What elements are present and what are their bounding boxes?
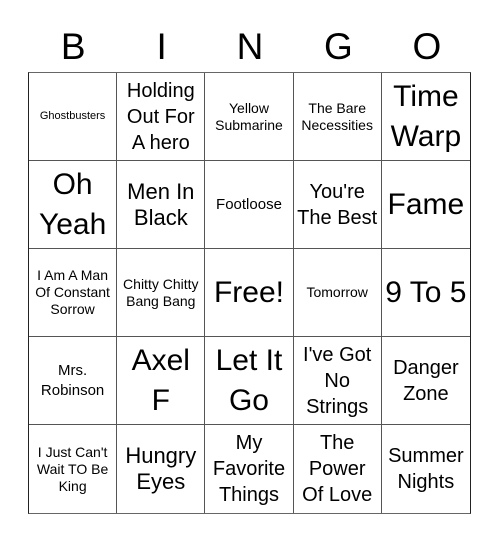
cell-label: Let It Go (215, 343, 283, 417)
bingo-cell[interactable]: Holding Out For A hero (117, 73, 206, 161)
cell-label: Fame (387, 187, 465, 221)
cell-label: I Just Can't Wait TO Be King (36, 443, 109, 494)
bingo-cell[interactable]: Hungry Eyes (117, 425, 206, 513)
cell-label: The Bare Necessities (301, 99, 373, 133)
cell-label: 9 To 5 (385, 275, 467, 309)
bingo-cell[interactable]: Axel F (117, 337, 206, 425)
bingo-cell[interactable]: I've Got No Strings (293, 337, 382, 425)
bingo-cell[interactable]: Ghostbusters (29, 73, 118, 161)
cell-label: I've Got No Strings (303, 343, 372, 418)
bingo-cell[interactable]: The Power Of Love (294, 425, 382, 513)
header-letter-g: G (324, 26, 353, 67)
bingo-cell[interactable]: Yellow Submarine (205, 73, 294, 161)
cell-label: Yellow Submarine (215, 99, 283, 133)
bingo-cell[interactable]: 9 To 5 (381, 249, 470, 337)
cell-label: Men In Black (127, 178, 195, 230)
bingo-cell[interactable]: Tomorrow (293, 249, 382, 337)
bingo-grid: Ghostbusters Holding Out For A hero Yellow… (28, 72, 471, 514)
bingo-cell[interactable]: My Favorite Things (205, 425, 294, 513)
cell-label: The Power Of Love (302, 432, 373, 506)
header-letter-i: I (156, 26, 167, 67)
header-letter-o: O (412, 26, 442, 67)
bingo-cell[interactable]: Footloose (205, 161, 294, 249)
bingo-cell[interactable]: Chitty Chitty Bang Bang (117, 249, 206, 337)
cell-label: Chitty Chitty Bang Bang (123, 275, 199, 309)
bingo-cell[interactable]: I Just Can't Wait TO Be King (29, 425, 118, 513)
cell-label: I Am A Man Of Constant Sorrow (35, 267, 110, 317)
cell-label: Oh Yeah (38, 167, 107, 241)
bingo-cell[interactable]: I Am A Man Of Constant Sorrow (29, 249, 118, 337)
cell-label: Mrs. Robinson (40, 361, 105, 399)
cell-label: My Favorite Things (212, 432, 286, 506)
bingo-cell[interactable]: Fame (381, 161, 470, 249)
bingo-cell[interactable]: Oh Yeah (29, 161, 118, 249)
cell-label: You're The Best (297, 180, 378, 229)
cell-label: Footloose (216, 195, 282, 213)
header-letter-b: B (60, 26, 86, 67)
bingo-cell[interactable]: Time Warp (381, 73, 470, 161)
bingo-cell[interactable]: Danger Zone (381, 337, 470, 425)
bingo-cell[interactable]: The Bare Necessities (293, 73, 382, 161)
free-space-cell[interactable]: Free! (205, 249, 294, 337)
cell-label: Tomorrow (306, 284, 368, 300)
cell-label: Axel F (131, 343, 190, 417)
cell-label: Danger Zone (393, 356, 459, 405)
bingo-cell[interactable]: Summer Nights (382, 425, 470, 513)
bingo-cell[interactable]: Men In Black (117, 161, 206, 249)
cell-label: Ghostbusters (39, 110, 106, 122)
bingo-cell[interactable]: You're The Best (293, 161, 382, 249)
cell-label: Hungry Eyes (125, 443, 197, 494)
cell-label: Holding Out For A hero (126, 79, 195, 154)
cell-label: Free! (213, 275, 284, 309)
bingo-cell[interactable]: Let It Go (205, 337, 294, 425)
bingo-cell[interactable]: Mrs. Robinson (29, 337, 118, 425)
cell-label: Summer Nights (388, 445, 464, 493)
header-letter-n: N (236, 26, 264, 67)
cell-label: Time Warp (390, 79, 462, 153)
bingo-header: B I N G O (29, 22, 471, 72)
